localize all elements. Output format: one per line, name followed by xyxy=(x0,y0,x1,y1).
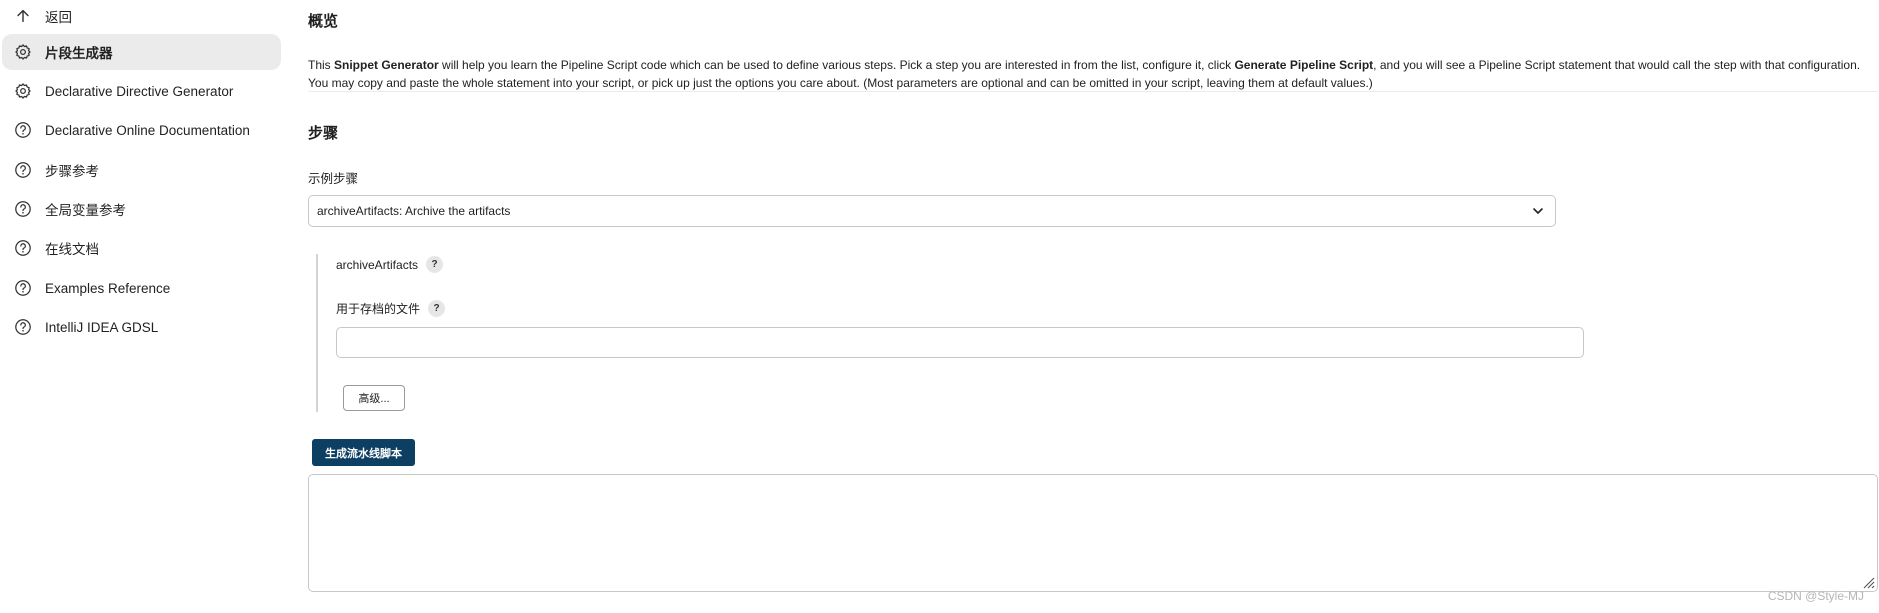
sample-step-label: 示例步骤 xyxy=(308,172,359,186)
artifacts-files-input[interactable] xyxy=(336,327,1584,358)
resize-handle-icon[interactable] xyxy=(1861,575,1875,589)
help-circle-icon xyxy=(13,238,33,258)
divider xyxy=(308,91,1878,92)
artifacts-files-label-row: 用于存档的文件 ? xyxy=(336,300,446,317)
sidebar-item-online-docs[interactable]: 在线文档 xyxy=(2,230,281,266)
sidebar-item-declarative-directive-generator[interactable]: Declarative Directive Generator xyxy=(2,73,281,109)
sidebar-item-label: 片段生成器 xyxy=(45,46,113,61)
sidebar-item-label: Declarative Directive Generator xyxy=(45,83,234,99)
description-text: This xyxy=(308,58,335,72)
overview-heading: 概览 xyxy=(308,13,339,30)
step-name-label: archiveArtifacts xyxy=(336,257,419,272)
steps-heading: 步骤 xyxy=(308,125,339,142)
sidebar-item-label: IntelliJ IDEA GDSL xyxy=(45,319,159,335)
sidebar-item-label: 在线文档 xyxy=(45,242,99,257)
chevron-down-icon xyxy=(1533,208,1543,214)
generate-pipeline-script-button[interactable]: 生成流水线脚本 xyxy=(312,439,415,466)
help-circle-icon xyxy=(13,160,33,180)
advanced-button[interactable]: 高级... xyxy=(343,385,405,411)
sidebar-item-steps-reference[interactable]: 步骤参考 xyxy=(2,152,281,188)
sidebar-item-snippet-generator[interactable]: 片段生成器 xyxy=(2,34,281,70)
sidebar-item-label: 返回 xyxy=(45,10,72,25)
gear-icon xyxy=(13,42,33,62)
generated-script-output[interactable] xyxy=(308,474,1878,592)
description-bold-generate-pipeline-script: Generate Pipeline Script xyxy=(1234,58,1374,72)
help-circle-icon xyxy=(13,199,33,219)
sidebar-item-declarative-online-docs[interactable]: Declarative Online Documentation xyxy=(2,112,281,148)
gear-icon xyxy=(13,81,33,101)
help-circle-icon xyxy=(13,120,33,140)
help-icon[interactable]: ? xyxy=(428,300,446,317)
sample-step-selected-value: archiveArtifacts: Archive the artifacts xyxy=(317,204,511,218)
description-text: will help you learn the Pipeline Script … xyxy=(438,58,1235,72)
step-config-name: archiveArtifacts ? xyxy=(336,256,444,273)
sidebar-item-intellij-gdsl[interactable]: IntelliJ IDEA GDSL xyxy=(2,309,281,345)
snippet-generator-description: This Snippet Generator will help you lea… xyxy=(308,56,1878,92)
sidebar-item-label: 步骤参考 xyxy=(45,164,99,179)
sidebar-item-examples-reference[interactable]: Examples Reference xyxy=(2,270,281,306)
sample-step-select[interactable]: archiveArtifacts: Archive the artifacts xyxy=(308,195,1556,227)
sidebar-item-global-variables-reference[interactable]: 全局变量参考 xyxy=(2,191,281,227)
artifacts-files-label: 用于存档的文件 xyxy=(336,302,421,316)
help-circle-icon xyxy=(13,278,33,298)
description-bold-snippet-generator: Snippet Generator xyxy=(334,58,439,72)
sidebar: 返回 片段生成器 Declarative Directive Generator… xyxy=(0,0,285,613)
watermark: CSDN @Style-MJ xyxy=(1767,589,1864,603)
arrow-up-icon xyxy=(13,6,33,26)
sidebar-item-label: Examples Reference xyxy=(45,280,171,296)
help-icon[interactable]: ? xyxy=(426,256,444,273)
main-content: 概览 This Snippet Generator will help you … xyxy=(308,0,1879,613)
sidebar-item-back[interactable]: 返回 xyxy=(2,0,281,34)
help-circle-icon xyxy=(13,317,33,337)
step-config-border xyxy=(316,254,318,412)
sidebar-item-label: 全局变量参考 xyxy=(45,203,126,218)
sidebar-item-label: Declarative Online Documentation xyxy=(45,122,250,138)
